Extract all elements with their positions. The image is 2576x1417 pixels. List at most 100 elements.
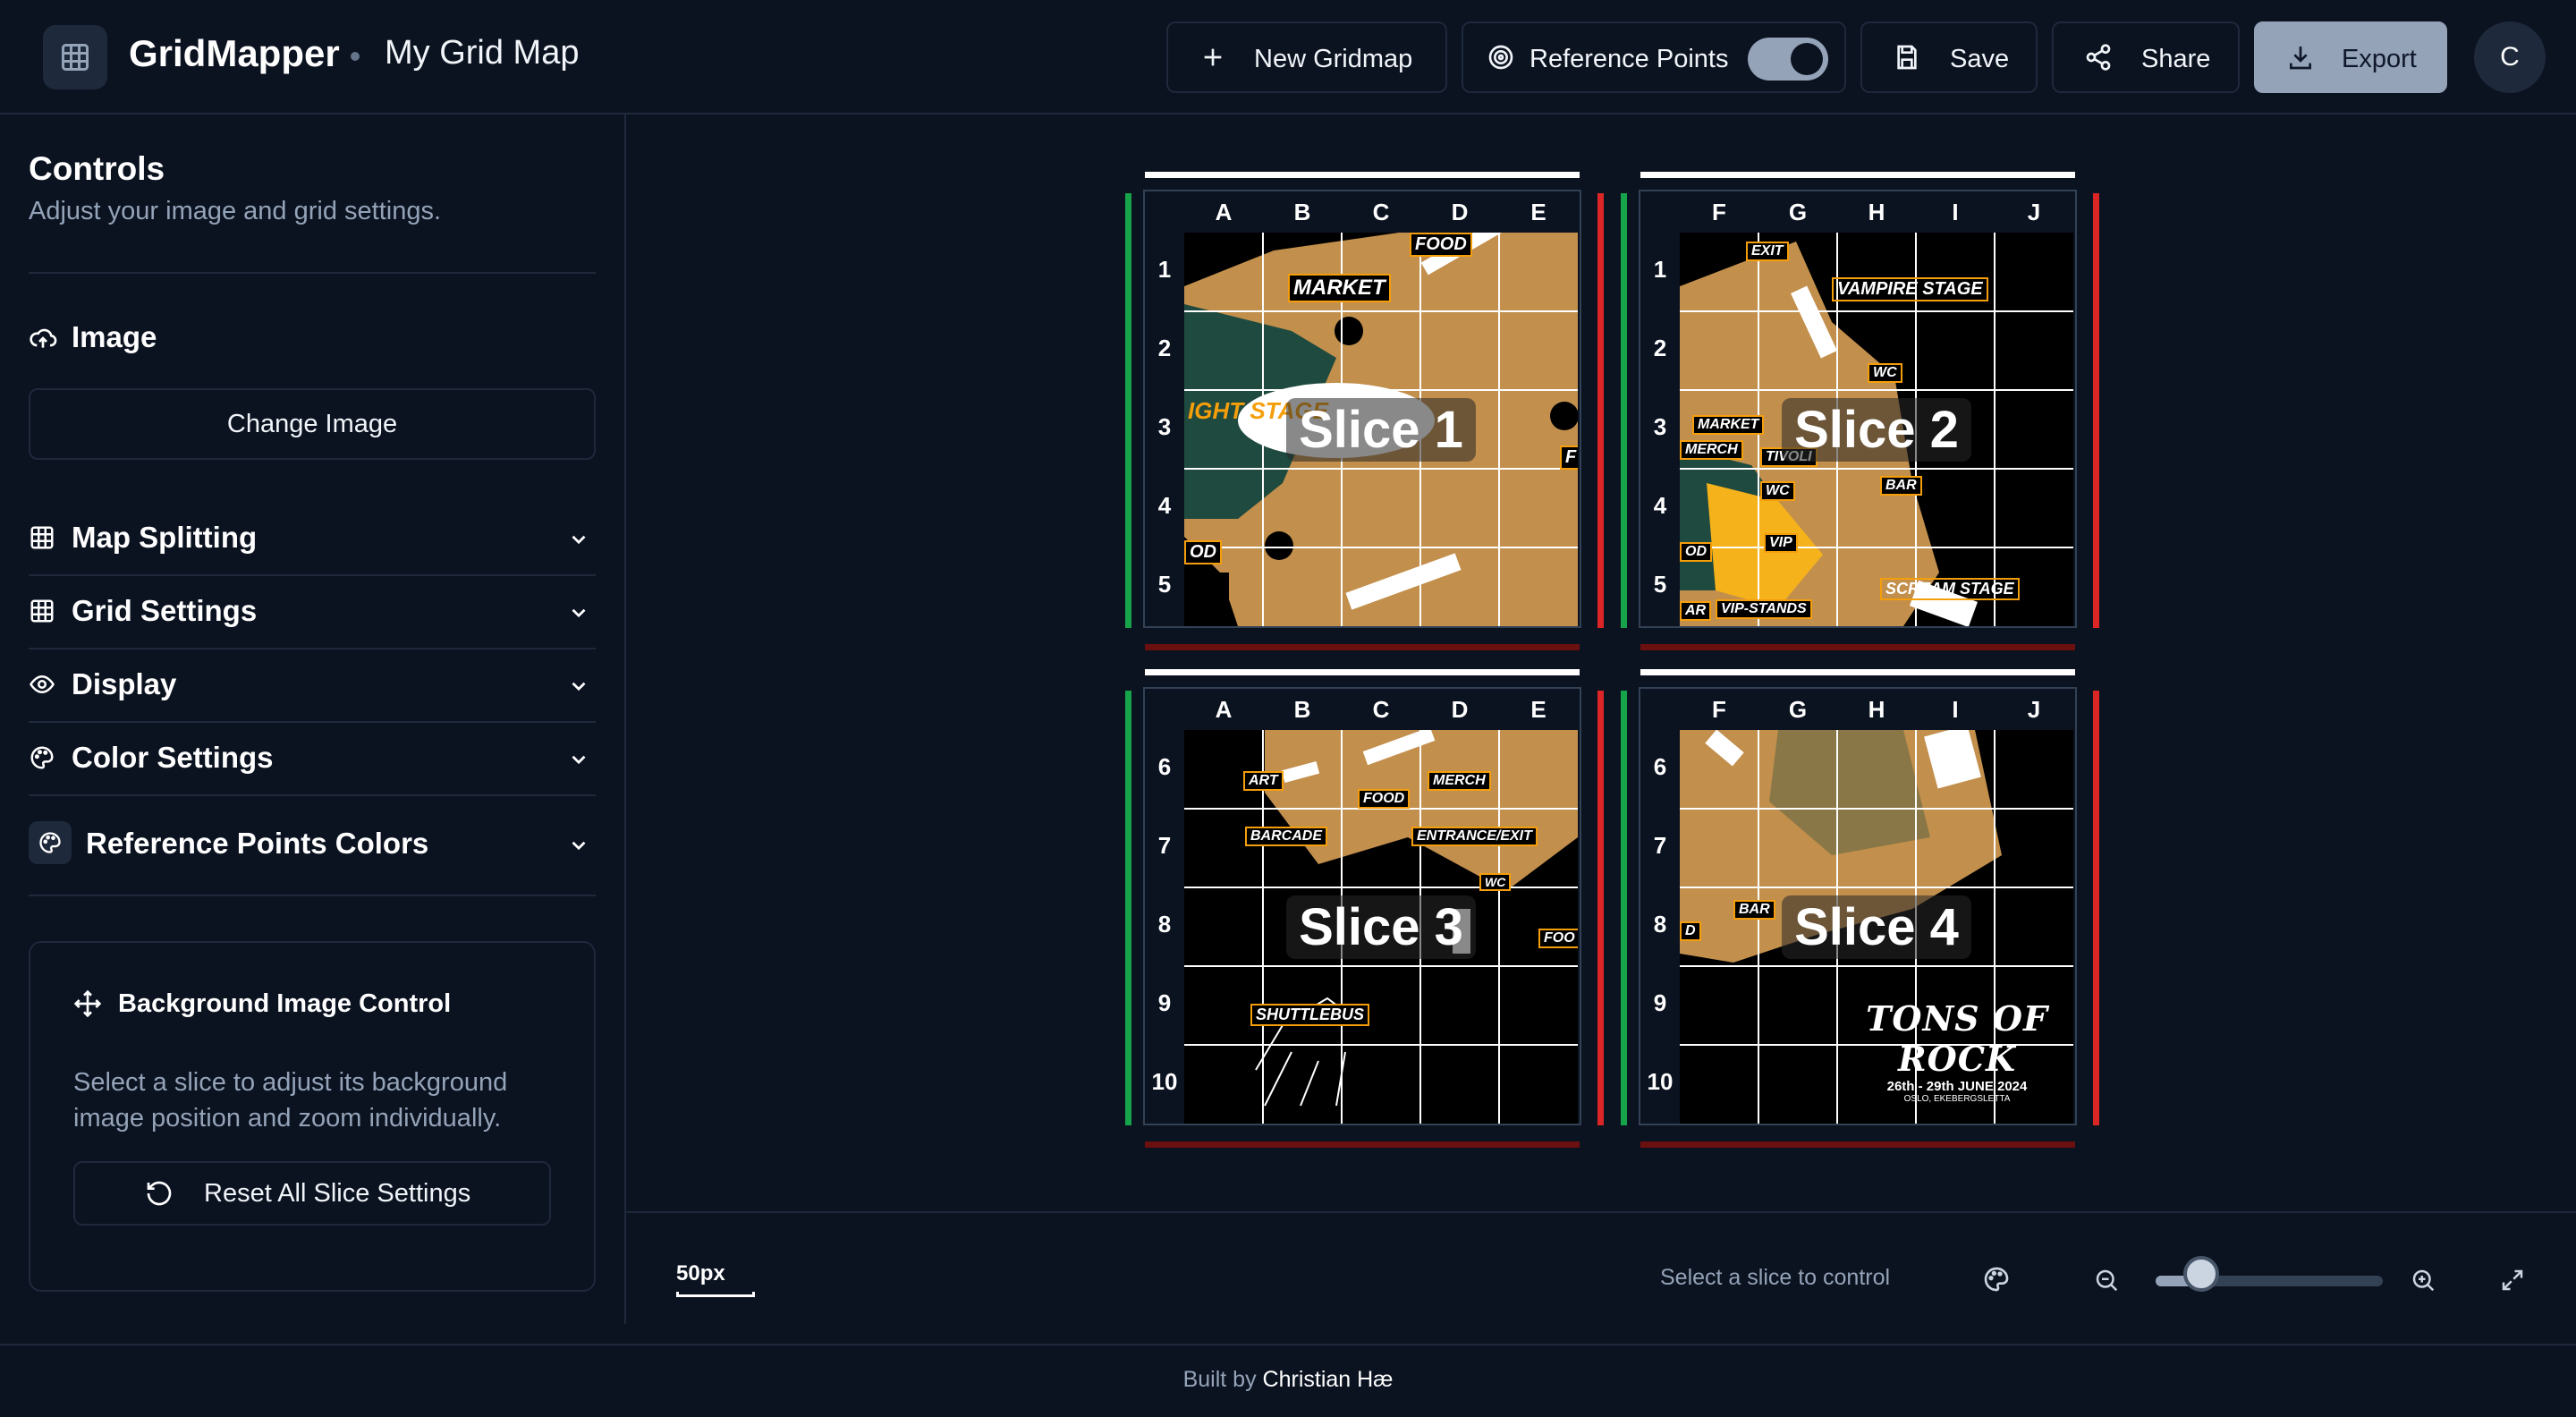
toggle-knob xyxy=(1791,43,1823,75)
row-header: 2 xyxy=(1157,335,1172,361)
row-header: 9 xyxy=(1157,989,1172,1016)
title-separator xyxy=(351,52,360,61)
change-image-button[interactable]: Change Image xyxy=(29,388,596,460)
map-tag: WC xyxy=(1760,481,1795,501)
column-header: A xyxy=(1215,199,1233,225)
share-icon xyxy=(2084,43,2113,79)
reference-bar-left xyxy=(1621,193,1627,628)
share-button[interactable]: Share xyxy=(2052,21,2240,93)
app-header: GridMapper My Grid Map New Gridmap Refer… xyxy=(0,0,2576,115)
chevron-down-icon xyxy=(567,834,590,861)
map-image: ART FOOD MERCH BARCADE ENTRANCE/EXIT WC … xyxy=(1184,730,1578,1124)
reference-bar-top xyxy=(1640,669,2075,675)
row-header: 3 xyxy=(1653,413,1667,440)
palette-icon[interactable] xyxy=(1982,1265,2011,1298)
map-tag: D xyxy=(1680,921,1701,941)
grid-settings-section[interactable]: Grid Settings xyxy=(29,576,596,648)
map-tag: FOOD xyxy=(1410,233,1472,257)
grid-settings-label: Grid Settings xyxy=(72,594,258,627)
controls-sidebar: Controls Adjust your image and grid sett… xyxy=(0,115,626,1324)
reference-bar-left xyxy=(1621,691,1627,1125)
map-tag: MARKET xyxy=(1692,415,1765,435)
reference-points-control[interactable]: Reference Points xyxy=(1462,21,1846,93)
map-tag: BAR xyxy=(1733,900,1775,920)
grid-canvas: A B C D E 1 2 3 4 5 FOOD MARKET IGHT STA… xyxy=(626,115,2576,1211)
row-header: 4 xyxy=(1157,492,1172,519)
display-section[interactable]: Display xyxy=(29,649,596,721)
map-splitting-section[interactable]: Map Splitting xyxy=(29,503,596,574)
map-tag: SHUTTLEBUS xyxy=(1250,1004,1369,1026)
reference-bar-top xyxy=(1145,669,1580,675)
map-tag: OD xyxy=(1184,540,1222,564)
map-tag: BAR xyxy=(1880,476,1922,496)
zoom-in-icon[interactable] xyxy=(2410,1267,2436,1298)
map-splitting-label: Map Splitting xyxy=(72,521,258,554)
grid-logo-icon xyxy=(43,25,107,89)
map-tag: SCREAM STAGE xyxy=(1880,578,2020,600)
new-gridmap-button[interactable]: New Gridmap xyxy=(1166,21,1447,93)
slice-3[interactable]: ART FOOD MERCH BARCADE ENTRANCE/EXIT WC … xyxy=(1184,730,1578,1124)
map-tag: OD xyxy=(1680,542,1712,562)
map-tag: F xyxy=(1560,445,1578,470)
export-button[interactable]: Export xyxy=(2254,21,2447,93)
reset-all-slices-button[interactable]: Reset All Slice Settings xyxy=(73,1161,551,1226)
new-gridmap-label: New Gridmap xyxy=(1254,45,1413,73)
reference-bar-right xyxy=(2093,193,2099,628)
map-tag: VIP-STANDS xyxy=(1716,599,1812,619)
column-header: A xyxy=(1215,696,1233,723)
column-header: E xyxy=(1530,199,1546,225)
color-settings-section[interactable]: Color Settings xyxy=(29,723,596,794)
column-header: J xyxy=(2027,199,2041,225)
row-header: 5 xyxy=(1653,571,1667,598)
fullscreen-icon[interactable] xyxy=(2499,1267,2526,1298)
map-tag: TIVOLI xyxy=(1760,447,1818,467)
row-header: 4 xyxy=(1653,492,1667,519)
reference-points-toggle[interactable] xyxy=(1748,38,1828,81)
map-tag: BARCADE xyxy=(1245,827,1327,846)
column-header: C xyxy=(1372,199,1390,225)
background-image-control-card: Background Image Control Select a slice … xyxy=(29,941,596,1292)
map-tag: FOO xyxy=(1538,929,1578,948)
row-header: 8 xyxy=(1157,911,1172,938)
scale-indicator: 50px xyxy=(676,1261,725,1285)
zoom-slider-handle[interactable] xyxy=(2182,1256,2219,1292)
chevron-down-icon xyxy=(567,675,590,702)
map-name[interactable]: My Grid Map xyxy=(385,34,579,72)
reference-bar-bottom xyxy=(1145,1141,1580,1148)
reference-points-label: Reference Points xyxy=(1530,45,1729,73)
festival-logo: TONS OF ROCK 26th - 29th JUNE 2024 OSLO,… xyxy=(1859,998,2055,1104)
reference-bar-top xyxy=(1640,172,2075,178)
reset-all-label: Reset All Slice Settings xyxy=(204,1179,471,1208)
column-header: I xyxy=(1952,696,1959,723)
reference-bar-left xyxy=(1125,691,1131,1125)
column-header: D xyxy=(1451,696,1469,723)
display-label: Display xyxy=(72,667,177,700)
column-header: H xyxy=(1868,199,1885,225)
chevron-down-icon xyxy=(567,601,590,629)
reference-bar-bottom xyxy=(1640,1141,2075,1148)
footer-author-link[interactable]: Christian Hæ xyxy=(1263,1367,1394,1392)
slice-4[interactable]: BAR D TONS OF ROCK 26th - 29th JUNE 2024… xyxy=(1680,730,2073,1124)
row-header: 9 xyxy=(1653,989,1667,1016)
zoom-out-icon[interactable] xyxy=(2093,1267,2120,1298)
save-label: Save xyxy=(1950,45,2010,73)
divider xyxy=(29,895,596,896)
reference-bar-right xyxy=(1597,193,1604,628)
slice-2[interactable]: EXIT VAMPIRE STAGE WC MARKET MERCH TIVOL… xyxy=(1680,233,2073,626)
map-image: BAR D TONS OF ROCK 26th - 29th JUNE 2024… xyxy=(1680,730,2073,1124)
user-avatar[interactable]: C xyxy=(2474,21,2546,93)
rotate-ccw-icon xyxy=(145,1179,174,1215)
image-section-header: Image xyxy=(29,302,596,374)
download-icon xyxy=(2286,43,2315,79)
slice-1[interactable]: FOOD MARKET IGHT STAGE F OD Slice 1 xyxy=(1184,233,1578,626)
color-settings-label: Color Settings xyxy=(72,741,274,774)
slice-status: Select a slice to control xyxy=(1660,1265,1891,1290)
reference-bar-right xyxy=(1597,691,1604,1125)
map-tag: IGHT STAGE xyxy=(1188,397,1328,424)
save-button[interactable]: Save xyxy=(1860,21,2038,93)
column-header: F xyxy=(1712,696,1726,723)
column-header: I xyxy=(1952,199,1959,225)
divider xyxy=(29,794,596,796)
export-label: Export xyxy=(2342,45,2417,73)
reference-points-colors-section[interactable]: Reference Points Colors xyxy=(29,809,596,880)
